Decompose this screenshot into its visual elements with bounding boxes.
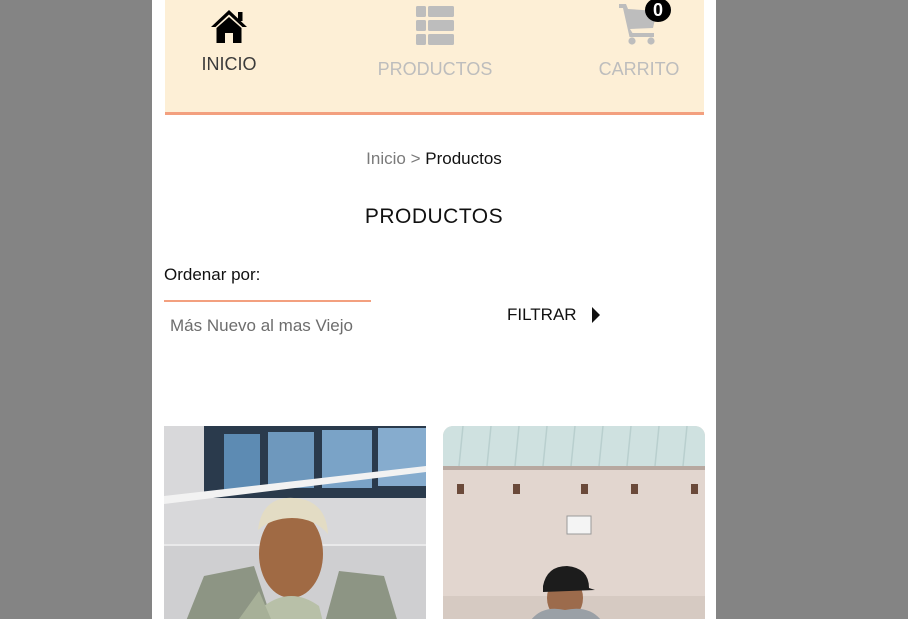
product-photo: [164, 426, 426, 619]
nav-item-productos[interactable]: PRODUCTOS: [373, 4, 497, 79]
nav-item-carrito[interactable]: 0 CARRITO: [593, 0, 685, 79]
sort-select[interactable]: Más Nuevo al mas Viejo: [164, 300, 371, 342]
cart-count-badge: 0: [645, 0, 671, 22]
app-screen: INICIO PRODUCTOS 0 CARRITO Inicio > Prod…: [152, 0, 716, 619]
product-card[interactable]: [164, 426, 426, 619]
product-photo: [443, 426, 705, 619]
product-card[interactable]: [443, 426, 705, 619]
top-navigation: INICIO PRODUCTOS 0 CARRITO: [165, 0, 704, 115]
nav-label-inicio: INICIO: [201, 54, 257, 74]
grid-list-icon: [416, 6, 454, 45]
sort-selected-value: Más Nuevo al mas Viejo: [170, 316, 353, 335]
breadcrumb-current: Productos: [425, 149, 502, 168]
breadcrumb-home-link[interactable]: Inicio: [366, 149, 406, 168]
breadcrumb-separator: >: [410, 149, 421, 168]
nav-label-productos: PRODUCTOS: [377, 59, 493, 79]
filter-button[interactable]: FILTRAR: [507, 303, 601, 327]
sort-label: Ordenar por:: [164, 265, 261, 284]
filter-button-label: FILTRAR: [507, 305, 577, 324]
breadcrumb: Inicio > Productos: [152, 148, 716, 170]
nav-item-inicio[interactable]: INICIO: [197, 6, 261, 74]
caret-right-icon: [591, 307, 600, 323]
nav-label-carrito: CARRITO: [598, 59, 680, 79]
home-icon: [211, 10, 247, 43]
page-title: PRODUCTOS: [364, 205, 504, 228]
